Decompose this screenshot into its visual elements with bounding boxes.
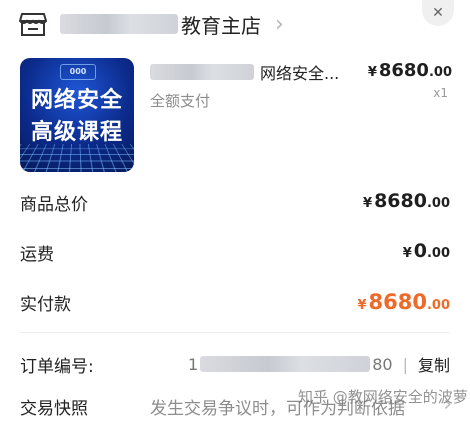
currency-symbol: ¥ (367, 65, 377, 80)
product-thumbnail[interactable]: 000 网络安全 高级课程 (20, 58, 134, 172)
shipping-label: 运费 (20, 245, 54, 265)
shop-icon (19, 13, 47, 36)
shipping-value: ¥0.00 (402, 240, 450, 262)
product-price: ¥8680.00 (368, 60, 452, 81)
close-button[interactable]: ✕ (422, 0, 454, 26)
price-integer: 8680 (378, 60, 429, 81)
product-title[interactable]: 网络安全... (150, 60, 350, 84)
section-divider (20, 332, 450, 333)
thumbnail-chip: 000 (60, 64, 96, 80)
close-icon: ✕ (432, 5, 444, 21)
order-number-separator: | (402, 354, 408, 374)
redacted-order-number (200, 356, 371, 372)
shop-header: 教育主店 › ✕ (0, 0, 470, 50)
snapshot-label: 交易快照 (20, 399, 88, 419)
thumbnail-line1: 网络安全 (30, 88, 123, 113)
price-decimal: .00 (428, 65, 452, 80)
shipping-row: 运费 ¥0.00 (20, 238, 450, 268)
payment-type: 全额支付 (150, 92, 211, 110)
order-number-value: 1 80 | 复制 (188, 352, 450, 376)
shop-name-link[interactable]: 教育主店 › (60, 10, 284, 38)
total-price-row: 商品总价 ¥8680.00 (20, 188, 450, 218)
paid-amount-value: ¥8680.00 (357, 290, 450, 314)
product-quantity: x1 (433, 86, 448, 100)
paid-amount-label: 实付款 (20, 295, 71, 315)
redacted-shop-prefix (60, 14, 178, 34)
order-number-label: 订单编号: (20, 357, 94, 377)
total-price-label: 商品总价 (20, 195, 88, 215)
paid-amount-row: 实付款 ¥8680.00 (20, 288, 450, 318)
shop-name-text: 教育主店 (181, 13, 261, 38)
thumbnail-line2: 高级课程 (30, 120, 123, 145)
copy-button[interactable]: 复制 (418, 352, 450, 376)
watermark: 知乎 @教网络安全的波萝 (298, 388, 468, 406)
redacted-title-prefix (150, 64, 254, 80)
total-price-value: ¥8680.00 (363, 190, 450, 212)
chevron-right-icon: › (275, 11, 284, 37)
product-title-text: 网络安全... (260, 64, 340, 83)
thumbnail-grid-decoration (20, 144, 134, 172)
